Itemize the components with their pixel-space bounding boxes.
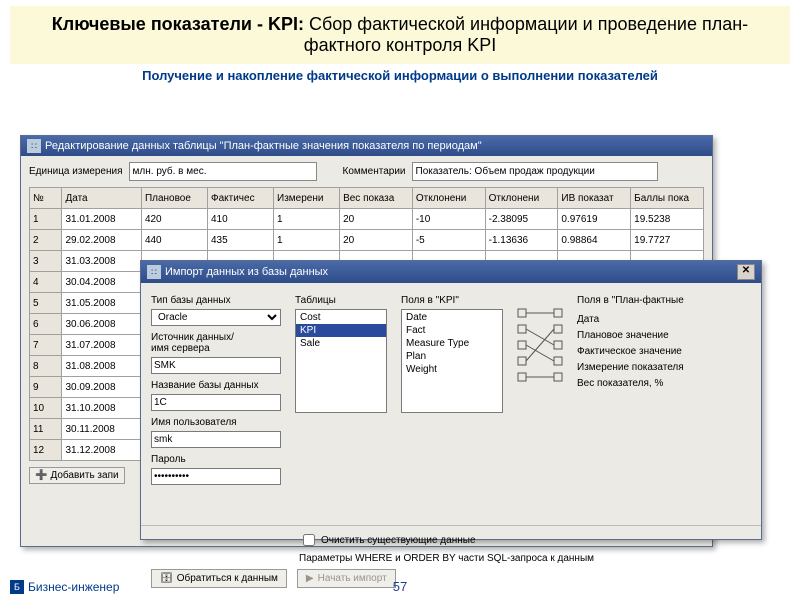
table-row[interactable]: 229.02.2008440435120-5-1.136360.9886419.… (30, 230, 704, 251)
list-item[interactable]: Measure Type (402, 337, 502, 350)
grid-header[interactable]: № (30, 188, 62, 209)
edit-window-titlebar[interactable]: ∷ Редактирование данных таблицы "План-фа… (21, 136, 712, 156)
grid-header[interactable]: Баллы пока (631, 188, 704, 209)
target-item: Вес показателя, % (577, 375, 737, 391)
grid-header[interactable]: Фактичес (207, 188, 273, 209)
pass-label: Пароль (151, 454, 281, 465)
pass-input[interactable] (151, 468, 281, 485)
edit-window-title: Редактирование данных таблицы "План-факт… (45, 140, 482, 152)
comment-input[interactable] (412, 162, 658, 181)
grid-header[interactable]: Плановое (141, 188, 207, 209)
list-item[interactable]: Weight (402, 363, 502, 376)
plus-icon: ➕ (35, 470, 47, 481)
add-row-label: Добавить запи (50, 470, 118, 481)
clear-checkbox[interactable] (303, 534, 315, 546)
tables-listbox[interactable]: CostKPISale (295, 309, 387, 413)
mapping-lines (517, 291, 563, 391)
grid-header[interactable]: Вес показа (340, 188, 413, 209)
target-item: Плановое значение (577, 327, 737, 343)
list-item[interactable]: Fact (402, 324, 502, 337)
unit-input[interactable] (129, 162, 317, 181)
footer-text: Бизнес-инженер (28, 580, 119, 594)
user-label: Имя пользователя (151, 417, 281, 428)
user-input[interactable] (151, 431, 281, 448)
dbname-input[interactable] (151, 394, 281, 411)
page-number: 57 (0, 579, 800, 594)
fields-label: Поля в "KPI" (401, 295, 503, 306)
dbname-label: Название базы данных (151, 380, 281, 391)
app-icon: ∷ (147, 265, 161, 279)
clear-label: Очистить существующие данные (321, 535, 476, 546)
import-window: ∷ Импорт данных из базы данных ✕ Тип баз… (140, 260, 762, 540)
tables-label: Таблицы (295, 295, 387, 306)
list-item[interactable]: Date (402, 311, 502, 324)
comment-label: Комментарии (343, 166, 406, 177)
target-item: Измерение показателя (577, 359, 737, 375)
fields-listbox[interactable]: DateFactMeasure TypePlanWeight (401, 309, 503, 413)
where-label: Параметры WHERE и ORDER BY части SQL-зап… (299, 553, 751, 564)
unit-label: Единица измерения (29, 166, 123, 177)
target-label: Поля в "План-фактные (577, 295, 737, 306)
dbtype-label: Тип базы данных (151, 295, 281, 306)
target-fields: ДатаПлановое значениеФактическое значени… (577, 311, 737, 391)
slide-subtitle: Получение и накопление фактической инфор… (0, 68, 800, 83)
dbtype-select[interactable]: Oracle (151, 309, 281, 326)
app-icon: ∷ (27, 139, 41, 153)
list-item[interactable]: Plan (402, 350, 502, 363)
grid-header[interactable]: Отклонени (412, 188, 485, 209)
import-window-titlebar[interactable]: ∷ Импорт данных из базы данных ✕ (141, 261, 761, 283)
target-item: Фактическое значение (577, 343, 737, 359)
grid-header[interactable]: Дата (62, 188, 141, 209)
table-row[interactable]: 131.01.2008420410120-10-2.380950.9761919… (30, 209, 704, 230)
grid-header[interactable]: Измерени (274, 188, 340, 209)
close-icon[interactable]: ✕ (737, 264, 755, 280)
grid-header[interactable]: Отклонени (485, 188, 558, 209)
grid-header[interactable]: ИВ показат (558, 188, 631, 209)
list-item[interactable]: Sale (296, 337, 386, 350)
list-item[interactable]: KPI (296, 324, 386, 337)
list-item[interactable]: Cost (296, 311, 386, 324)
src-input[interactable] (151, 357, 281, 374)
slide-title-rest: Сбор фактической информации и проведение… (304, 14, 748, 55)
add-row-button[interactable]: ➕ Добавить запи (29, 467, 125, 484)
import-window-title: Импорт данных из базы данных (165, 266, 328, 278)
target-item: Дата (577, 311, 737, 327)
slide-title-bold: Ключевые показатели - KPI: (52, 14, 304, 34)
slide-title: Ключевые показатели - KPI: Сбор фактичес… (10, 6, 790, 64)
footer: Б Бизнес-инженер (10, 580, 119, 594)
src-label: Источник данных/ имя сервера (151, 332, 281, 354)
logo-icon: Б (10, 580, 24, 594)
